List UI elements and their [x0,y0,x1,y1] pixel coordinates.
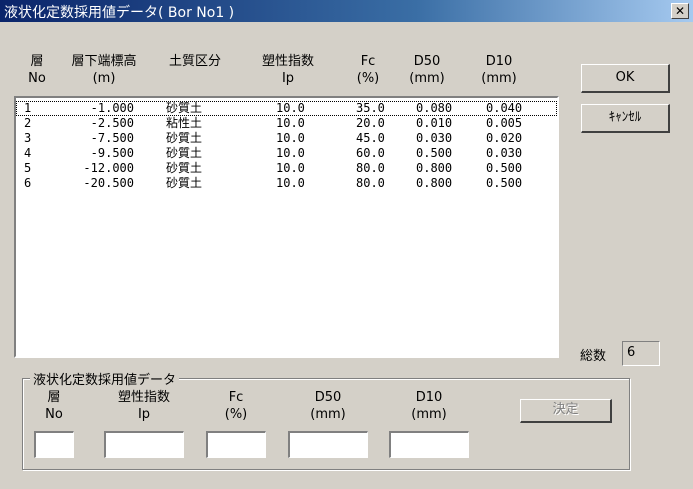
group-header-d50-line1: D50 [314,390,342,405]
header-ip-line2: Ip [281,71,295,86]
cell-d10: 0.030 [486,146,523,160]
group-header-d50: D50 (mm) [288,389,368,423]
group-header-fc: Fc (%) [206,389,266,423]
cell-soil: 砂質土 [166,131,203,145]
cell-fc: 20.0 [356,116,385,130]
column-header-d50: D50 (mm) [404,53,450,87]
cell-no: 5 [24,161,32,175]
window-title: 液状化定数採用値データ( Bor No1 ) [4,5,235,21]
title-bar: 液状化定数採用値データ( Bor No1 ) ✕ [0,0,693,22]
d50-input[interactable] [288,431,368,458]
cell-ip: 10.0 [276,161,305,175]
header-d50-line1: D50 [413,54,441,69]
cell-depth: -7.500 [90,131,134,145]
table-row[interactable]: 1 -1.000 砂質土 10.0 35.0 0.080 0.040 [16,101,557,116]
cell-depth: -12.000 [83,161,134,175]
group-header-d10-line2: (mm) [411,407,447,422]
cell-d50: 0.030 [416,131,453,145]
d10-input[interactable] [389,431,469,458]
table-row[interactable]: 3 -7.500 砂質土 10.0 45.0 0.030 0.020 [16,131,557,146]
cell-d50: 0.500 [416,146,453,160]
plasticity-index-input[interactable] [104,431,184,458]
cell-d50: 0.010 [416,116,453,130]
cell-fc: 45.0 [356,131,385,145]
table-row[interactable]: 4 -9.500 砂質土 10.0 60.0 0.500 0.030 [16,146,557,161]
group-header-fc-line1: Fc [228,390,244,405]
header-d10-line2: (mm) [481,71,517,86]
cell-soil: 粘性土 [166,116,203,130]
cell-depth: -1.000 [90,101,134,115]
header-ip-line1: 塑性指数 [261,54,314,69]
cell-soil: 砂質土 [166,146,203,160]
group-header-fc-line2: (%) [224,407,248,422]
column-header-no: 層 No [22,53,52,87]
cell-d10: 0.020 [486,131,523,145]
total-count-label: 総数 [580,349,607,364]
layer-no-input[interactable] [34,431,74,458]
cell-ip: 10.0 [276,146,305,160]
cell-fc: 60.0 [356,146,385,160]
cell-no: 1 [24,101,32,115]
cell-ip: 10.0 [276,176,305,190]
cell-soil: 砂質土 [166,176,203,190]
group-header-d10: D10 (mm) [389,389,469,423]
cell-depth: -9.500 [90,146,134,160]
header-d10-line1: D10 [485,54,513,69]
cell-d10: 0.005 [486,116,523,130]
group-header-d50-line2: (mm) [310,407,346,422]
cell-no: 2 [24,116,32,130]
cell-fc: 35.0 [356,101,385,115]
header-depth-line2: (m) [92,71,116,86]
close-button[interactable]: ✕ [671,3,689,19]
cell-no: 3 [24,131,32,145]
cancel-button[interactable]: ｷｬﾝｾﾙ [581,104,670,133]
cell-soil: 砂質土 [166,101,203,115]
cell-ip: 10.0 [276,101,305,115]
header-fc-line1: Fc [360,54,376,69]
cell-fc: 80.0 [356,176,385,190]
ok-button[interactable]: OK [581,64,670,93]
table-row[interactable]: 5 -12.000 砂質土 10.0 80.0 0.800 0.500 [16,161,557,176]
column-header-soil: 土質区分 [160,53,230,70]
cell-ip: 10.0 [276,116,305,130]
column-header-ip: 塑性指数 Ip [250,53,326,87]
total-count-field: 6 [622,341,660,366]
groupbox-title: 液状化定数採用値データ [30,369,180,388]
cell-ip: 10.0 [276,131,305,145]
group-header-no-line1: 層 [47,390,61,405]
cell-no: 4 [24,146,32,160]
group-header-no-line2: No [45,407,63,422]
cell-soil: 砂質土 [166,161,203,175]
cell-d50: 0.080 [416,101,453,115]
header-soil-line1: 土質区分 [168,54,221,69]
header-fc-line2: (%) [356,71,380,86]
group-header-d10-line1: D10 [415,390,443,405]
group-header-ip-line2: Ip [137,407,151,422]
cell-d10: 0.040 [486,101,523,115]
header-depth-line1: 層下端標高 [71,54,137,69]
column-header-d10: D10 (mm) [476,53,522,87]
cell-d50: 0.800 [416,161,453,175]
layer-listbox[interactable]: 1 -1.000 砂質土 10.0 35.0 0.080 0.040 2 -2.… [14,96,559,358]
group-header-no: 層 No [34,389,74,423]
cell-depth: -2.500 [90,116,134,130]
header-no-line1: 層 [30,54,44,69]
table-row[interactable]: 6 -20.500 砂質土 10.0 80.0 0.800 0.500 [16,176,557,191]
cell-d10: 0.500 [486,161,523,175]
cell-no: 6 [24,176,32,190]
fc-input[interactable] [206,431,266,458]
header-no-line2: No [28,71,46,86]
group-header-ip-line1: 塑性指数 [117,390,170,405]
cell-depth: -20.500 [83,176,134,190]
cell-d50: 0.800 [416,176,453,190]
header-d50-line2: (mm) [409,71,445,86]
column-header-fc: Fc (%) [348,53,388,87]
decide-button[interactable]: 決定 [520,399,612,423]
group-header-ip: 塑性指数 Ip [104,389,184,423]
table-row[interactable]: 2 -2.500 粘性土 10.0 20.0 0.010 0.005 [16,116,557,131]
column-header-depth: 層下端標高 (m) [60,53,148,87]
close-icon: ✕ [674,4,686,18]
cell-d10: 0.500 [486,176,523,190]
cell-fc: 80.0 [356,161,385,175]
